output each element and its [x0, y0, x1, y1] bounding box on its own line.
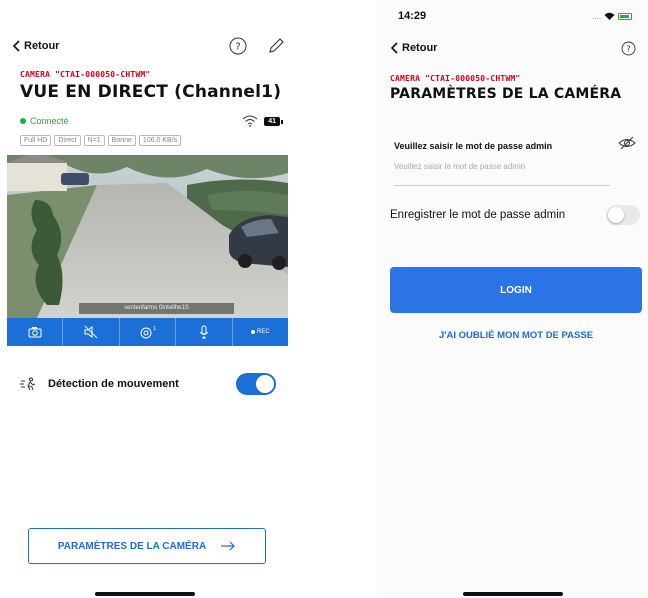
save-password-toggle[interactable] [606, 205, 640, 225]
stream-tags: Full HD Direct N=1 Bonne 106.0 KB/s [20, 135, 182, 146]
nav-bar: Retour ? [390, 38, 638, 58]
stream-tag: N=1 [83, 135, 105, 146]
wifi-icon [242, 115, 258, 127]
password-input[interactable] [394, 158, 610, 186]
save-password-row: Enregistrer le mot de passe admin [390, 204, 640, 226]
toggle-knob [608, 207, 624, 223]
speaker-muted-icon [84, 325, 98, 339]
password-label: Veuillez saisir le mot de passe admin [394, 141, 553, 151]
microphone-button[interactable] [176, 318, 233, 346]
connection-label: Connecté [30, 116, 69, 126]
chevron-left-icon [12, 40, 20, 52]
password-visibility-toggle[interactable] [618, 136, 636, 155]
arrow-right-icon [221, 541, 236, 551]
motion-detection-label: Détection de mouvement [48, 378, 179, 390]
help-icon: ? [621, 41, 635, 55]
snapshot-button[interactable] [7, 318, 64, 346]
status-time: 14:29 [398, 10, 427, 22]
home-indicator [463, 592, 563, 596]
back-label: Retour [402, 42, 438, 54]
svg-text:1: 1 [153, 326, 156, 332]
camera-settings-screen: 14:29 .... Retour ? CAMERA "CTAI-000050-… [378, 0, 648, 598]
svg-text:?: ? [626, 44, 630, 53]
microphone-icon [199, 325, 209, 339]
back-button[interactable]: Retour [390, 42, 437, 54]
back-label: Retour [24, 40, 60, 52]
page-title: PARAMÈTRES DE LA CAMÉRA [390, 86, 622, 102]
login-button[interactable]: LOGIN [390, 267, 642, 313]
signal-dots: .... [592, 11, 601, 21]
help-button[interactable]: ? [228, 36, 248, 56]
back-button[interactable]: Retour [12, 40, 59, 52]
save-password-label: Enregistrer le mot de passe admin [390, 209, 566, 221]
camera-settings-button[interactable]: PARAMÈTRES DE LA CAMÉRA [28, 528, 266, 564]
help-button[interactable]: ? [618, 38, 638, 58]
stream-tag: Bonne [107, 135, 136, 146]
live-video-feed[interactable]: sentenfarms 0Intellhe1S [7, 155, 288, 318]
battery-icon [618, 12, 632, 20]
nav-bar: Retour ? [12, 34, 286, 58]
status-row: Connecté 41 [20, 114, 283, 128]
eye-hidden-icon [618, 136, 636, 150]
wifi-icon [604, 12, 615, 20]
toggle-knob [256, 375, 274, 393]
motion-icon [20, 377, 36, 391]
connection-status: Connecté [20, 116, 69, 126]
video-caption: sentenfarms 0Intellhe1S [79, 303, 234, 314]
page-title: VUE EN DIRECT (Channel1) [20, 82, 282, 102]
pencil-icon [269, 38, 284, 53]
svg-text:?: ? [235, 42, 240, 53]
record-dot-icon [250, 330, 255, 334]
camera-settings-label: PARAMÈTRES DE LA CAMÉRA [57, 540, 207, 552]
mute-button[interactable] [63, 318, 120, 346]
stream-tag: Direct [54, 135, 81, 146]
motion-detection-toggle[interactable] [236, 373, 276, 395]
motion-detection-row: Détection de mouvement [20, 372, 276, 396]
help-icon: ? [229, 37, 247, 55]
battery-badge: 41 [264, 116, 283, 126]
screen-gap [298, 0, 378, 598]
stream-tag: 106.0 KB/s [138, 135, 182, 146]
camera-snapshot-icon [28, 327, 42, 338]
status-dot-icon [20, 118, 26, 124]
forgot-password-link[interactable]: J'AI OUBLIÉ MON MOT DE PASSE [390, 330, 642, 341]
camera-id: CAMERA "CTAI-000050-CHTWM" [20, 70, 151, 79]
record-button[interactable]: REC [233, 318, 288, 346]
live-view-screen: Retour ? CAMERA "CTAI-000050-CHTWM" VUE … [0, 0, 298, 598]
home-indicator [95, 592, 195, 596]
camera-scene-image [7, 155, 288, 318]
lens-channel-icon: 1 [140, 326, 156, 339]
chevron-left-icon [390, 42, 398, 54]
stream-tag: Full HD [20, 135, 52, 146]
camera-id: CAMERA "CTAI-000050-CHTWM" [390, 74, 521, 83]
ios-status-bar: 14:29 .... [398, 8, 632, 24]
video-toolbar: 1 REC [7, 318, 288, 346]
record-label: REC [256, 329, 270, 335]
edit-button[interactable] [266, 36, 286, 56]
channel-button[interactable]: 1 [120, 318, 177, 346]
